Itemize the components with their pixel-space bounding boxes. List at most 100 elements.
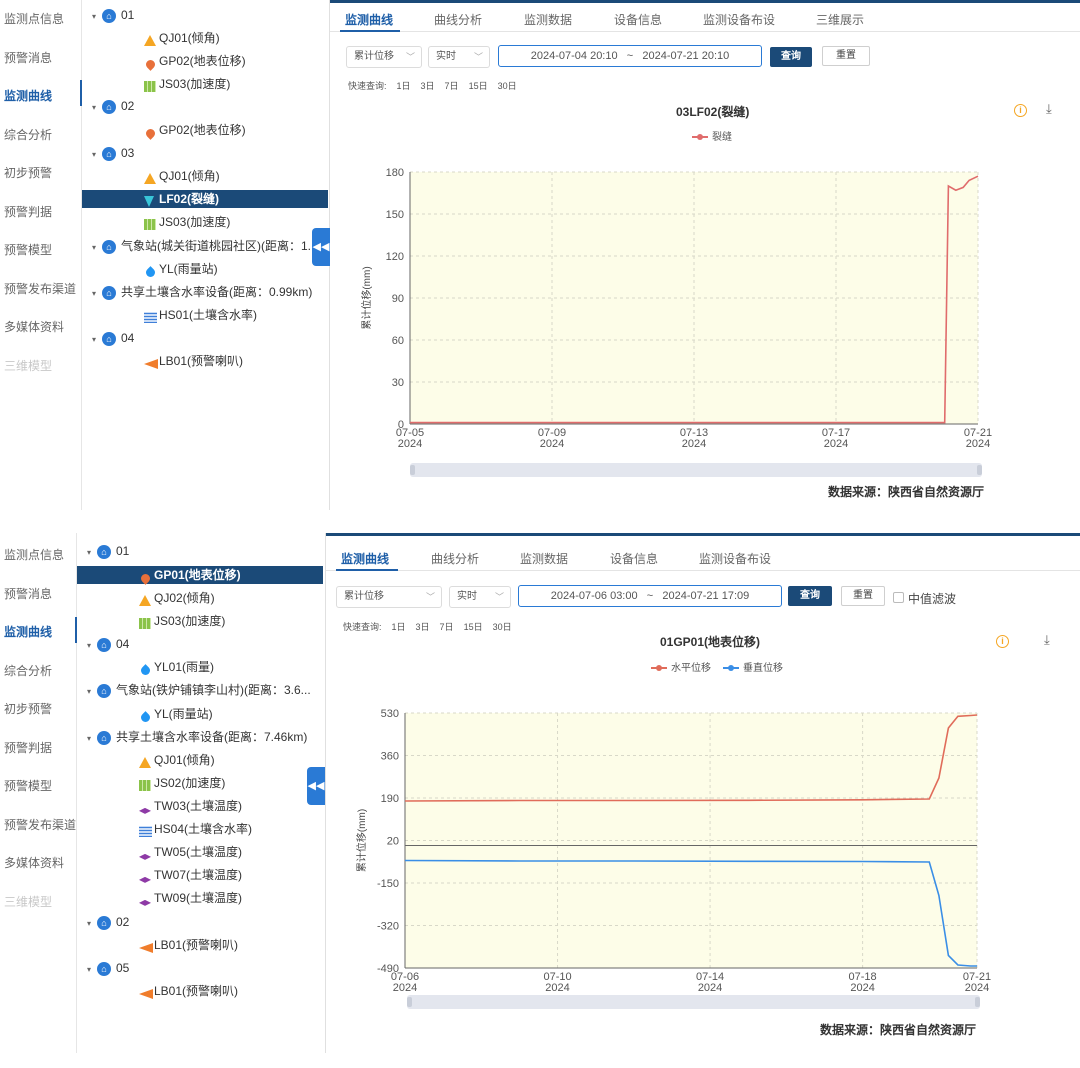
download-icon[interactable]: ⤓: [1044, 632, 1050, 648]
tree-device[interactable]: TW05(土壤温度): [139, 843, 242, 861]
menu-item[interactable]: 监测点信息: [4, 546, 64, 563]
tab-device-info[interactable]: 设备信息: [614, 11, 662, 28]
tree-device[interactable]: GP02(地表位移): [144, 121, 246, 140]
slider-handle-left[interactable]: [410, 465, 415, 475]
caret-down-icon[interactable]: ▾: [87, 683, 97, 701]
tree-group[interactable]: ▾ ⌂ 共享土壤含水率设备(距离：0.99km): [92, 283, 312, 301]
chart-zoom-slider[interactable]: [410, 463, 982, 477]
date-range-picker[interactable]: 2024-07-06 03:00 ~ 2024-07-21 17:09: [518, 585, 782, 607]
reset-button[interactable]: 重置: [822, 46, 870, 66]
tree-group[interactable]: ▾ ⌂ 04: [87, 635, 129, 653]
slider-handle-right[interactable]: [975, 997, 980, 1007]
tree-device[interactable]: GP02(地表位移): [144, 52, 246, 71]
quick-query-option[interactable]: 7日: [445, 81, 459, 91]
menu-item[interactable]: 预警模型: [4, 777, 52, 794]
tree-device[interactable]: JS02(加速度): [139, 774, 225, 792]
date-range-picker[interactable]: 2024-07-04 20:10 ~ 2024-07-21 20:10: [498, 45, 762, 67]
query-button[interactable]: 查询: [770, 47, 812, 67]
tree-group[interactable]: ▾ ⌂ 05: [87, 959, 129, 977]
mode-select[interactable]: 实时 ﹀: [428, 46, 490, 68]
tab-curve-analysis[interactable]: 曲线分析: [431, 550, 479, 567]
legend-label[interactable]: 垂直位移: [743, 661, 783, 674]
menu-item[interactable]: 多媒体资料: [4, 854, 64, 871]
quick-query-option[interactable]: 3日: [416, 622, 430, 632]
tab-monitoring-data[interactable]: 监测数据: [524, 11, 572, 28]
type-select[interactable]: 累计位移 ﹀: [346, 46, 422, 68]
quick-query-option[interactable]: 3日: [421, 81, 435, 91]
collapse-tree-button[interactable]: ◀◀: [312, 228, 330, 266]
tree-device[interactable]: TW07(土壤温度): [139, 866, 242, 884]
tab-device-layout[interactable]: 监测设备布设: [699, 550, 771, 567]
menu-item[interactable]: 预警判据: [4, 739, 52, 756]
reset-button[interactable]: 重置: [841, 586, 885, 606]
tree-device[interactable]: HS04(土壤含水率): [139, 820, 252, 838]
menu-item[interactable]: 多媒体资料: [4, 318, 64, 335]
tree-device[interactable]: LF02(裂缝): [82, 190, 328, 208]
tab-monitoring-data[interactable]: 监测数据: [520, 550, 568, 567]
tree-device[interactable]: QJ01(倾角): [144, 29, 220, 47]
caret-down-icon[interactable]: ▾: [92, 99, 102, 117]
caret-down-icon[interactable]: ▾: [92, 8, 102, 26]
quick-query-option[interactable]: 7日: [440, 622, 454, 632]
quick-query-option[interactable]: 1日: [397, 81, 411, 91]
menu-item[interactable]: 综合分析: [4, 126, 52, 143]
legend-label[interactable]: 水平位移: [671, 661, 711, 674]
tree-device[interactable]: TW09(土壤温度): [139, 889, 242, 907]
tab-3d-view[interactable]: 三维展示: [816, 11, 864, 28]
menu-item[interactable]: 初步预警: [4, 700, 52, 717]
tree-device[interactable]: GP01(地表位移): [77, 566, 323, 585]
caret-down-icon[interactable]: ▾: [92, 285, 102, 303]
tree-device[interactable]: JS03(加速度): [144, 75, 230, 93]
menu-item[interactable]: 预警发布渠道: [4, 816, 76, 833]
tree-group[interactable]: ▾ ⌂ 共享土壤含水率设备(距离：7.46km): [87, 728, 307, 746]
tree-device[interactable]: JS03(加速度): [139, 612, 225, 630]
download-icon[interactable]: ⤓: [1046, 101, 1052, 117]
quick-query-option[interactable]: 15日: [469, 81, 488, 91]
median-filter-checkbox[interactable]: [893, 592, 904, 603]
tree-device[interactable]: TW03(土壤温度): [139, 797, 242, 815]
quick-query-option[interactable]: 15日: [464, 622, 483, 632]
caret-down-icon[interactable]: ▾: [87, 961, 97, 979]
tree-group[interactable]: ▾ ⌂ 气象站(铁炉铺镇李山村)(距离：3.6...: [87, 681, 311, 699]
menu-item[interactable]: 预警发布渠道: [4, 280, 76, 297]
tab-device-info[interactable]: 设备信息: [610, 550, 658, 567]
caret-down-icon[interactable]: ▾: [87, 544, 97, 562]
quick-query-option[interactable]: 30日: [493, 622, 512, 632]
tab-curve[interactable]: 监测曲线: [341, 550, 389, 567]
tree-device[interactable]: YL01(雨量): [139, 658, 214, 677]
tree-group[interactable]: ▾ ⌂ 02: [87, 913, 129, 931]
caret-down-icon[interactable]: ▾: [92, 331, 102, 349]
menu-item[interactable]: 预警消息: [4, 49, 52, 66]
menu-item[interactable]: 监测点信息: [4, 10, 64, 27]
tree-group[interactable]: ▾ ⌂ 01: [92, 6, 134, 24]
tree-device[interactable]: HS01(土壤含水率): [144, 306, 257, 324]
tree-device[interactable]: YL(雨量站): [139, 705, 213, 724]
chart-zoom-slider[interactable]: [407, 995, 980, 1009]
tree-device[interactable]: YL(雨量站): [144, 260, 218, 279]
tree-device[interactable]: LB01(预警喇叭): [139, 936, 238, 954]
caret-down-icon[interactable]: ▾: [87, 730, 97, 748]
tree-group[interactable]: ▾ ⌂ 04: [92, 329, 134, 347]
caret-down-icon[interactable]: ▾: [92, 239, 102, 257]
tree-group[interactable]: ▾ ⌂ 02: [92, 97, 134, 115]
caret-down-icon[interactable]: ▾: [92, 146, 102, 164]
tab-curve[interactable]: 监测曲线: [345, 11, 393, 28]
menu-item[interactable]: 初步预警: [4, 164, 52, 181]
type-select[interactable]: 累计位移 ﹀: [336, 586, 442, 608]
info-icon[interactable]: i: [1014, 104, 1027, 117]
tree-group[interactable]: ▾ ⌂ 03: [92, 144, 134, 162]
tab-curve-analysis[interactable]: 曲线分析: [434, 11, 482, 28]
query-button[interactable]: 查询: [788, 586, 832, 606]
tree-group[interactable]: ▾ ⌂ 气象站(城关街道桃园社区)(距离：1.: [92, 237, 311, 255]
slider-handle-right[interactable]: [977, 465, 982, 475]
menu-item[interactable]: 监测曲线: [4, 87, 52, 104]
tree-device[interactable]: QJ01(倾角): [139, 751, 215, 769]
caret-down-icon[interactable]: ▾: [87, 637, 97, 655]
menu-item[interactable]: 预警判据: [4, 203, 52, 220]
info-icon[interactable]: i: [996, 635, 1009, 648]
tab-device-layout[interactable]: 监测设备布设: [703, 11, 775, 28]
tree-device[interactable]: LB01(预警喇叭): [144, 352, 243, 370]
quick-query-option[interactable]: 30日: [498, 81, 517, 91]
caret-down-icon[interactable]: ▾: [87, 915, 97, 933]
menu-item[interactable]: 预警消息: [4, 585, 52, 602]
